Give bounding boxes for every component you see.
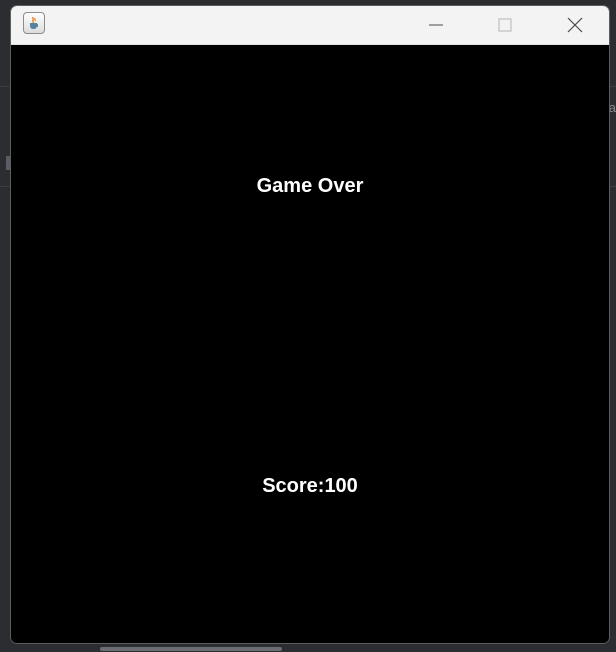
game-over-message: Game Over bbox=[256, 175, 364, 197]
game-window: Game Over Score:100 bbox=[10, 5, 610, 644]
java-coffee-icon[interactable] bbox=[23, 12, 45, 34]
minimize-button[interactable] bbox=[413, 6, 459, 44]
title-bar[interactable] bbox=[11, 6, 609, 45]
maximize-button[interactable] bbox=[482, 6, 528, 44]
maximize-icon bbox=[498, 18, 512, 32]
game-canvas: Game Over Score:100 bbox=[11, 45, 609, 643]
score-value: 100 bbox=[324, 475, 358, 497]
minimize-icon bbox=[429, 24, 443, 26]
close-button[interactable] bbox=[552, 6, 598, 44]
score-display: Score:100 bbox=[11, 475, 609, 498]
close-icon bbox=[567, 17, 583, 33]
score-label: Score: bbox=[262, 475, 325, 497]
background-scrollbar bbox=[100, 647, 282, 651]
